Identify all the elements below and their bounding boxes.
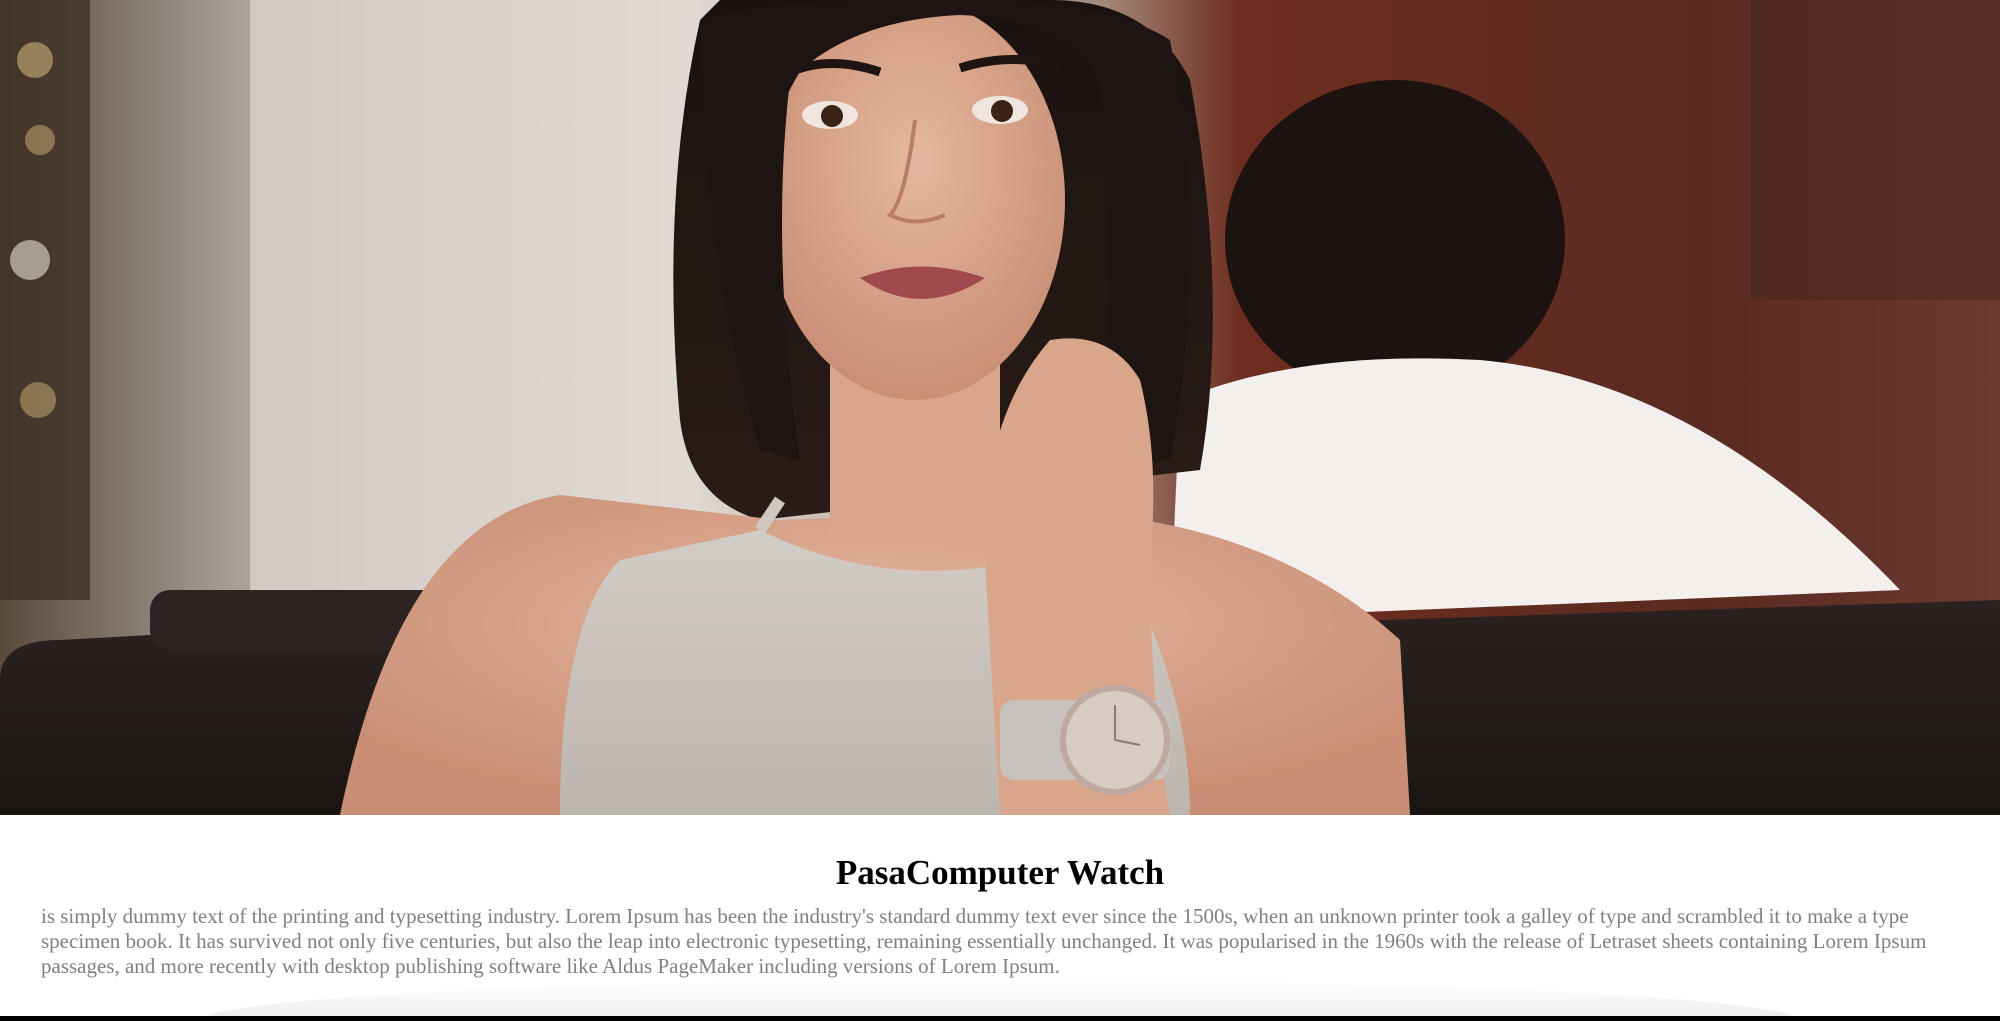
hero-image: [0, 0, 2000, 815]
product-card: PasaComputer Watch is simply dummy text …: [0, 815, 2000, 1021]
page: PasaComputer Watch is simply dummy text …: [0, 0, 2000, 1021]
card-shadow: [200, 980, 1800, 1021]
bottom-edge: [0, 1016, 2000, 1021]
product-description: is simply dummy text of the printing and…: [41, 904, 1927, 978]
product-title: PasaComputer Watch: [835, 853, 1165, 892]
hero-photo: [0, 0, 2000, 815]
